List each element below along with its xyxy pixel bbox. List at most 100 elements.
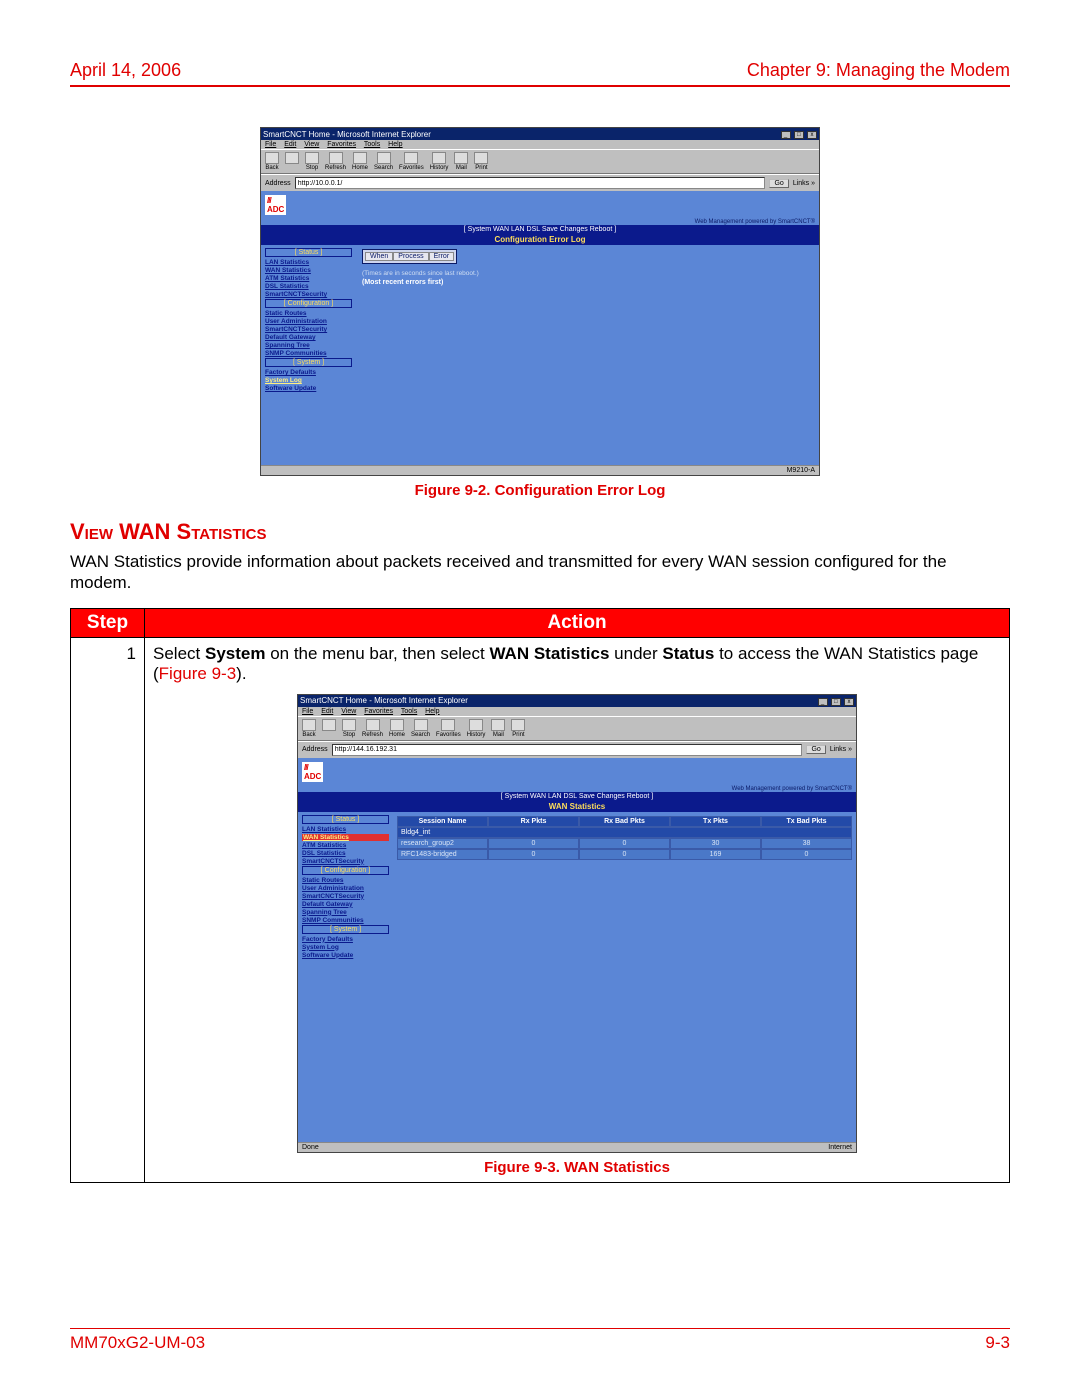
menu-view[interactable]: View (304, 141, 319, 148)
forward-button[interactable] (322, 719, 336, 738)
side-default-gw[interactable]: Default Gateway (302, 901, 389, 908)
side-default-gw[interactable]: Default Gateway (265, 334, 352, 341)
side-static-routes[interactable]: Static Routes (302, 877, 389, 884)
h-session: Session Name (397, 816, 488, 827)
side-syslog[interactable]: System Log (302, 944, 389, 951)
side-user-admin[interactable]: User Administration (302, 885, 389, 892)
maximize-icon[interactable]: □ (831, 698, 841, 706)
menu-tools[interactable]: Tools (364, 141, 380, 148)
adc-content-title: Configuration Error Log (261, 234, 819, 245)
menu-edit[interactable]: Edit (284, 141, 296, 148)
side-snmp[interactable]: SNMP Communities (302, 917, 389, 924)
side-lan-stats[interactable]: LAN Statistics (265, 259, 352, 266)
stop-button[interactable]: Stop (342, 719, 356, 738)
side-snmp[interactable]: SNMP Communities (265, 350, 352, 357)
menu-favorites[interactable]: Favorites (364, 708, 393, 715)
ie-titlebar: SmartCNCT Home - Microsoft Internet Expl… (261, 128, 819, 140)
page-header: April 14, 2006 Chapter 9: Managing the M… (70, 60, 1010, 81)
c-txb: 38 (761, 838, 852, 849)
go-button[interactable]: Go (769, 179, 788, 188)
address-input-2[interactable] (332, 744, 803, 756)
mail-button[interactable]: Mail (491, 719, 505, 738)
ie-statusbar-2: Done Internet (298, 1142, 856, 1152)
adc-sidebar-2: [ Status ] LAN Statistics WAN Statistics… (298, 812, 393, 963)
menu-tools[interactable]: Tools (401, 708, 417, 715)
search-button[interactable]: Search (374, 152, 393, 171)
side-static-routes[interactable]: Static Routes (265, 310, 352, 317)
side-sec1[interactable]: SmartCNCTSecurity (302, 858, 389, 865)
wan-table-header: Session Name Rx Pkts Rx Bad Pkts Tx Pkts… (397, 816, 852, 827)
adc-topnav-2[interactable]: [ System WAN LAN DSL Save Changes Reboot… (298, 792, 856, 801)
note-times: (Times are in seconds since last reboot.… (362, 270, 813, 277)
side-spanning[interactable]: Spanning Tree (302, 909, 389, 916)
side-wan-stats-active[interactable]: WAN Statistics (302, 834, 389, 841)
side-factory[interactable]: Factory Defaults (265, 369, 352, 376)
b-wanstats: WAN Statistics (489, 644, 609, 663)
refresh-button[interactable]: Refresh (362, 719, 383, 738)
header-chapter: Chapter 9: Managing the Modem (747, 60, 1010, 81)
adc-topnav[interactable]: [ System WAN LAN DSL Save Changes Reboot… (261, 225, 819, 234)
h-txpkts: Tx Pkts (670, 816, 761, 827)
minimize-icon[interactable]: _ (781, 131, 791, 139)
c-rxb: 0 (579, 838, 670, 849)
side-syslog[interactable]: System Log (265, 377, 352, 384)
side-sec2[interactable]: SmartCNCTSecurity (302, 893, 389, 900)
side-sec2[interactable]: SmartCNCTSecurity (265, 326, 352, 333)
back-button[interactable]: Back (302, 719, 316, 738)
favorites-button[interactable]: Favorites (399, 152, 424, 171)
favorites-button[interactable]: Favorites (436, 719, 461, 738)
links-label[interactable]: Links » (793, 180, 815, 187)
side-atm-stats[interactable]: ATM Statistics (302, 842, 389, 849)
figure-9-2: SmartCNCT Home - Microsoft Internet Expl… (70, 127, 1010, 499)
search-button[interactable]: Search (411, 719, 430, 738)
side-sec1[interactable]: SmartCNCTSecurity (265, 291, 352, 298)
side-spanning[interactable]: Spanning Tree (265, 342, 352, 349)
side-swupdate[interactable]: Software Update (302, 952, 389, 959)
menu-view[interactable]: View (341, 708, 356, 715)
back-button[interactable]: Back (265, 152, 279, 171)
minimize-icon[interactable]: _ (818, 698, 828, 706)
side-dsl-stats[interactable]: DSL Statistics (302, 850, 389, 857)
menu-edit[interactable]: Edit (321, 708, 333, 715)
go-button[interactable]: Go (806, 745, 825, 754)
menu-file[interactable]: File (265, 141, 276, 148)
address-input[interactable] (295, 177, 766, 189)
menu-help[interactable]: Help (388, 141, 402, 148)
maximize-icon[interactable]: □ (794, 131, 804, 139)
ie-toolbar-2: Back Stop Refresh Home Search Favorites … (298, 716, 856, 741)
forward-button[interactable] (285, 152, 299, 171)
side-group-config: [ Configuration ] (265, 299, 352, 308)
side-lan-stats[interactable]: LAN Statistics (302, 826, 389, 833)
home-button[interactable]: Home (389, 719, 405, 738)
figure-link[interactable]: Figure 9-3 (159, 664, 236, 683)
mail-button[interactable]: Mail (454, 152, 468, 171)
side-user-admin[interactable]: User Administration (265, 318, 352, 325)
side-dsl-stats[interactable]: DSL Statistics (265, 283, 352, 290)
stop-button[interactable]: Stop (305, 152, 319, 171)
adc-logo: ///ADC (302, 762, 323, 782)
print-button[interactable]: Print (511, 719, 525, 738)
side-factory[interactable]: Factory Defaults (302, 936, 389, 943)
ie-window-2: SmartCNCT Home - Microsoft Internet Expl… (297, 694, 857, 1153)
print-button[interactable]: Print (474, 152, 488, 171)
page-footer: MM70xG2-UM-03 9-3 (70, 1328, 1010, 1353)
menu-file[interactable]: File (302, 708, 313, 715)
history-button[interactable]: History (430, 152, 449, 171)
t3: under (609, 644, 662, 663)
section-paragraph: WAN Statistics provide information about… (70, 551, 1010, 594)
adc-sidebar: [ Status ] LAN Statistics WAN Statistics… (261, 245, 356, 396)
side-atm-stats[interactable]: ATM Statistics (265, 275, 352, 282)
menu-help[interactable]: Help (425, 708, 439, 715)
history-button[interactable]: History (467, 719, 486, 738)
menu-favorites[interactable]: Favorites (327, 141, 356, 148)
close-icon[interactable]: x (807, 131, 817, 139)
home-button[interactable]: Home (352, 152, 368, 171)
t5: ). (236, 664, 246, 683)
adc-content-title-2: WAN Statistics (298, 801, 856, 812)
close-icon[interactable]: x (844, 698, 854, 706)
side-wan-stats[interactable]: WAN Statistics (265, 267, 352, 274)
side-swupdate[interactable]: Software Update (265, 385, 352, 392)
refresh-button[interactable]: Refresh (325, 152, 346, 171)
links-label[interactable]: Links » (830, 746, 852, 753)
c-name: research_group2 (397, 838, 488, 849)
